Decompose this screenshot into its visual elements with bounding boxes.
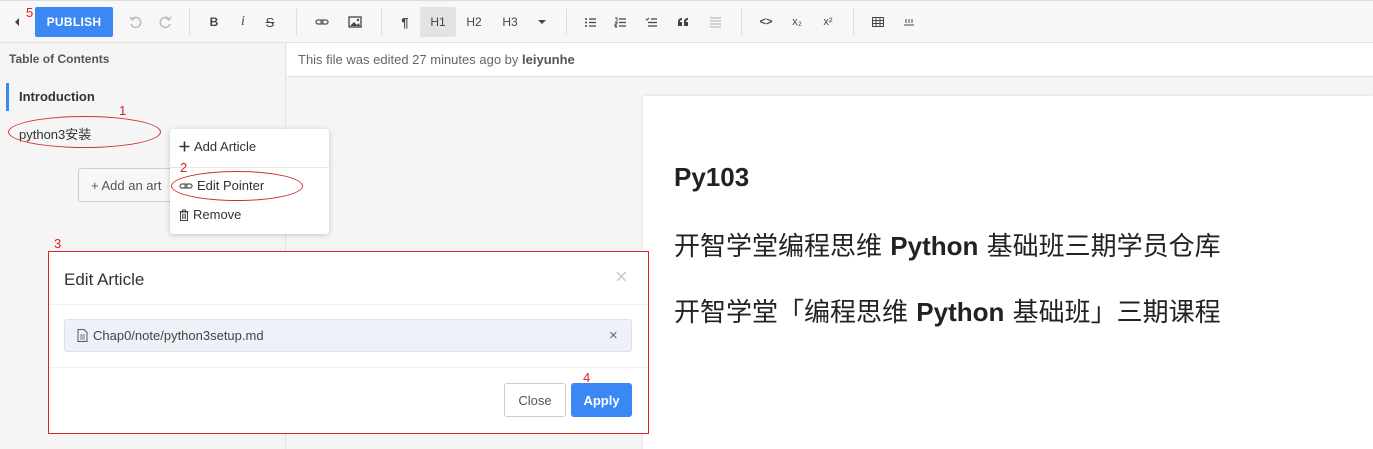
strikethrough-button[interactable]: S xyxy=(259,7,281,37)
toc-title: Table of Contents xyxy=(9,52,110,66)
annotation-number-1: 1 xyxy=(119,103,127,118)
editor-toolbar: PUBLISH B i S ¶ H1 H2 H3 <> x₂ x² xyxy=(0,0,1373,43)
horizontal-rule-icon[interactable] xyxy=(704,7,726,37)
editor-username[interactable]: leiyunhe xyxy=(522,52,575,67)
close-icon[interactable]: × xyxy=(615,266,628,288)
annotation-number-5: 5 xyxy=(26,5,34,20)
edit-article-dialog: Edit Article × Chap0/note/python3setup.m… xyxy=(48,251,649,434)
file-path-text: Chap0/note/python3setup.md xyxy=(93,328,264,343)
publish-button[interactable]: PUBLISH xyxy=(35,7,113,37)
undo-icon[interactable] xyxy=(124,7,146,37)
apply-button[interactable]: Apply xyxy=(571,383,632,417)
page-heading: Py103 xyxy=(674,162,750,192)
menu-item-add-article[interactable]: Add Article xyxy=(179,139,256,154)
divider xyxy=(49,367,648,368)
heading1-button[interactable]: H1 xyxy=(420,7,456,37)
plus-icon xyxy=(179,141,190,152)
document-page[interactable]: Py103 开智学堂编程思维 Python 基础班三期学员仓库 开智学堂「编程思… xyxy=(643,96,1373,449)
document-icon xyxy=(77,329,88,342)
menu-divider xyxy=(170,167,329,168)
menu-item-label: Remove xyxy=(193,207,242,222)
italic-button[interactable]: i xyxy=(232,7,254,37)
collapse-sidebar-icon[interactable] xyxy=(8,7,26,37)
checklist-icon[interactable] xyxy=(640,7,662,37)
code-button[interactable]: <> xyxy=(755,7,777,37)
edit-info-bar: This file was edited 27 minutes ago by l… xyxy=(287,43,1373,77)
dialog-title: Edit Article xyxy=(64,270,145,289)
edit-info-text: This file was edited 27 minutes ago by l… xyxy=(298,52,575,67)
menu-item-remove[interactable]: Remove xyxy=(179,207,241,222)
heading2-button[interactable]: H2 xyxy=(458,7,490,37)
bold-button[interactable]: B xyxy=(203,7,225,37)
ordered-list-icon[interactable] xyxy=(609,7,631,37)
link-icon[interactable] xyxy=(311,7,333,37)
bullet-list-icon[interactable] xyxy=(579,7,601,37)
image-icon[interactable] xyxy=(344,7,366,37)
file-path-field[interactable]: Chap0/note/python3setup.md × xyxy=(64,319,632,352)
menu-item-label: Add Article xyxy=(194,139,257,154)
superscript-button[interactable]: x² xyxy=(817,7,839,37)
heading3-button[interactable]: H3 xyxy=(494,7,526,37)
annotation-number-2: 2 xyxy=(180,160,188,175)
subscript-button[interactable]: x₂ xyxy=(786,7,808,37)
heading-dropdown-icon[interactable] xyxy=(532,7,552,37)
paragraph-button[interactable]: ¶ xyxy=(394,7,416,37)
annotation-number-3: 3 xyxy=(54,236,62,251)
clear-icon[interactable]: × xyxy=(609,327,618,344)
page-line-1: 开智学堂编程思维 Python 基础班三期学员仓库 xyxy=(674,231,1221,262)
annotation-ellipse-2 xyxy=(171,171,303,201)
annotation-ellipse-1 xyxy=(8,116,161,148)
trash-icon xyxy=(179,209,189,221)
close-button[interactable]: Close xyxy=(504,383,566,417)
annotation-number-4: 4 xyxy=(583,370,591,385)
page-line-2: 开智学堂「编程思维 Python 基础班」三期课程 xyxy=(674,297,1221,328)
table-icon[interactable] xyxy=(867,7,889,37)
sidebar-item-introduction[interactable]: Introduction xyxy=(6,83,286,111)
footnote-icon[interactable] xyxy=(898,7,920,37)
add-article-button[interactable]: + Add an art xyxy=(78,168,178,202)
divider xyxy=(49,304,648,305)
sidebar-item-label: Introduction xyxy=(19,89,95,104)
redo-icon[interactable] xyxy=(155,7,177,37)
quote-icon[interactable] xyxy=(672,7,694,37)
